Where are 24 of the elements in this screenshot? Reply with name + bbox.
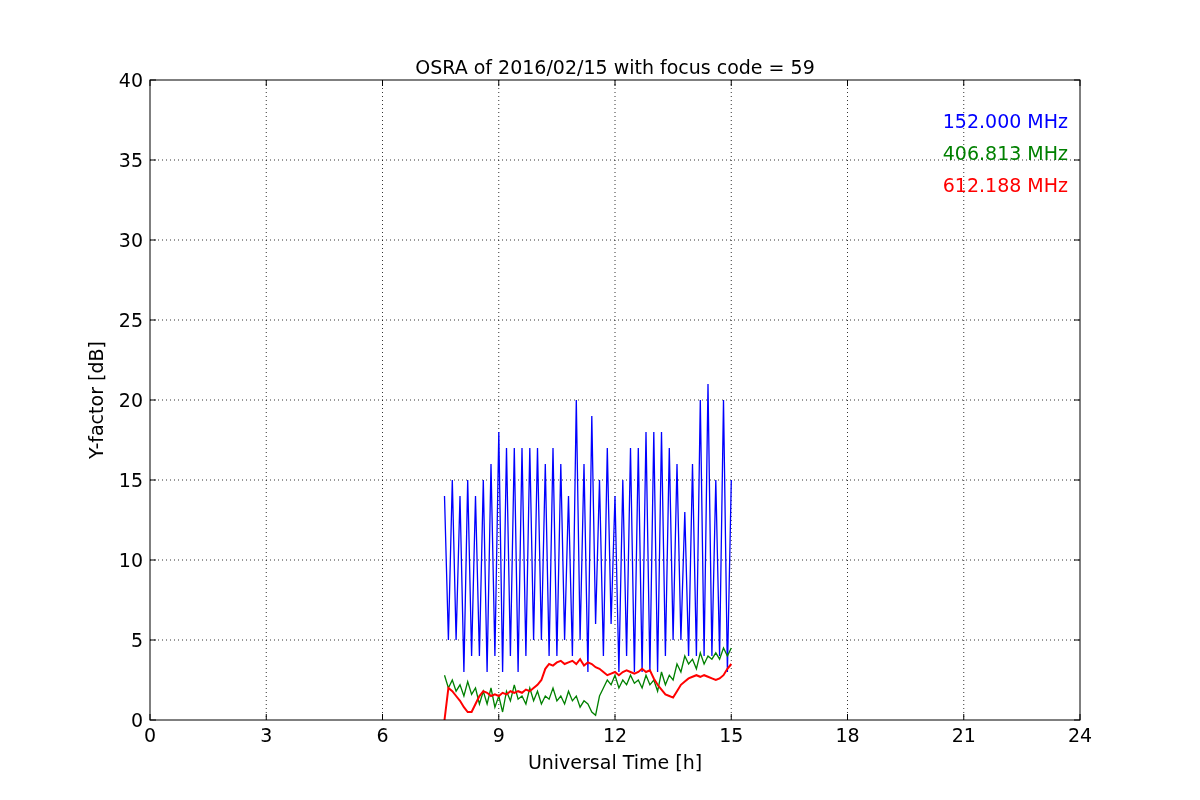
x-tick-label: 6 <box>376 724 389 746</box>
legend-label: 612.188 MHz <box>942 174 1068 196</box>
y-tick-label: 30 <box>118 229 143 251</box>
x-tick-label: 21 <box>951 724 976 746</box>
chart-title: OSRA of 2016/02/15 with focus code = 59 <box>415 56 815 78</box>
y-tick-label: 25 <box>118 309 143 331</box>
x-tick-label: 9 <box>492 724 505 746</box>
y-tick-label: 15 <box>118 469 143 491</box>
x-tick-label: 0 <box>143 724 157 746</box>
y-axis-label: Y-factor [dB] <box>85 341 107 459</box>
y-tick-label: 5 <box>130 629 143 651</box>
x-tick-label: 3 <box>260 724 273 746</box>
y-tick-label: 10 <box>118 549 143 571</box>
y-tick-label: 20 <box>118 389 143 411</box>
y-tick-label: 40 <box>118 69 143 91</box>
x-tick-label: 15 <box>719 724 744 746</box>
legend-label: 406.813 MHz <box>942 142 1068 164</box>
y-tick-label: 35 <box>118 149 143 171</box>
x-tick-label: 18 <box>835 724 860 746</box>
x-tick-label: 24 <box>1067 724 1093 746</box>
legend-label: 152.000 MHz <box>942 110 1068 132</box>
x-tick-label: 12 <box>602 724 628 746</box>
x-axis-label: Universal Time [h] <box>527 751 703 773</box>
y-tick-label: 0 <box>130 709 143 731</box>
